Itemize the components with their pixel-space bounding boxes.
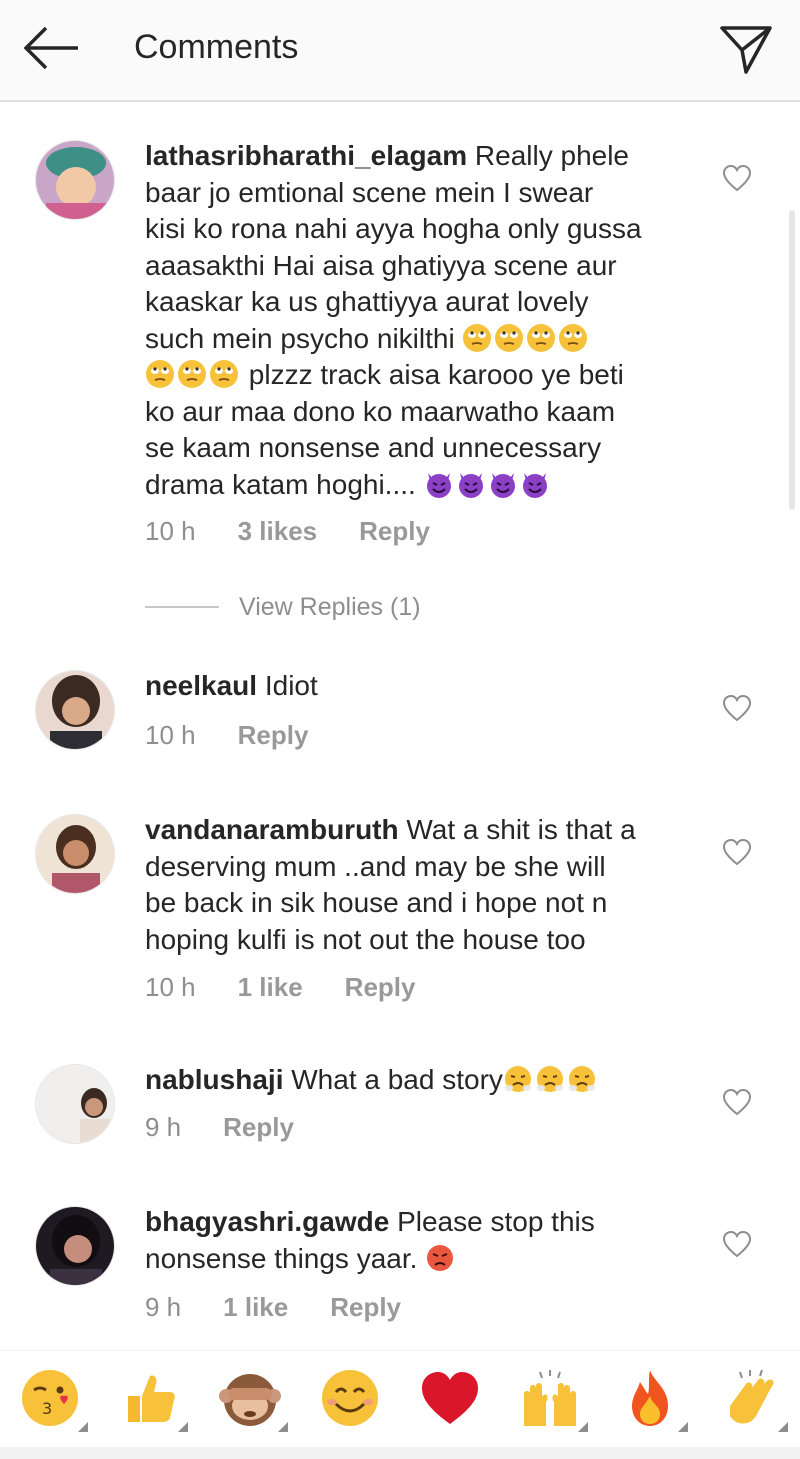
like-heart-icon[interactable] (722, 164, 752, 192)
likes-count[interactable]: 1 like (238, 972, 303, 1003)
avatar[interactable] (35, 814, 115, 894)
comment-meta: 9 h 1 like Reply (145, 1292, 443, 1323)
view-replies-label: View Replies (1) (239, 592, 421, 621)
comment-line: nonsense things yaar. (145, 1242, 426, 1274)
comment-username[interactable]: neelkaul (145, 670, 257, 701)
back-arrow-icon[interactable] (20, 24, 84, 72)
reply-button[interactable]: Reply (223, 1112, 294, 1143)
smiling-face-emoji[interactable] (318, 1366, 382, 1430)
smiling-devil-emoji (490, 472, 515, 498)
comment-username[interactable]: nablushaji (145, 1064, 283, 1095)
comment-time: 10 h (145, 516, 196, 546)
comment-line: drama katam hoghi.... (145, 468, 424, 500)
comment-line: Idiot (257, 670, 318, 701)
face-with-steam-emoji (568, 1066, 595, 1092)
comment-line: aaasakthi Hai aisa ghatiyya scene aur (145, 249, 617, 281)
devil-emoji-group (424, 469, 552, 500)
divider (0, 1447, 800, 1459)
face-with-steam-emoji (536, 1066, 563, 1092)
comment-username[interactable]: bhagyashri.gawde (145, 1206, 389, 1237)
comment-body: neelkaul Idiot (145, 668, 710, 705)
like-heart-icon[interactable] (722, 838, 752, 866)
smiling-devil-emoji (458, 472, 483, 498)
reply-button[interactable]: Reply (359, 516, 430, 547)
comment-username[interactable]: lathasribharathi_elagam (145, 140, 467, 171)
face-with-steam-emoji (504, 1066, 531, 1092)
reply-button[interactable]: Reply (238, 720, 309, 751)
comment-line: se kaam nonsense and unnecessary (145, 432, 602, 463)
scrollbar[interactable] (789, 210, 795, 510)
comment-time: 10 h (145, 972, 196, 1002)
angry-face-emoji (427, 1244, 454, 1271)
kissing-wink-emoji[interactable]: 3 (18, 1366, 88, 1432)
comment-line: Really phele (467, 140, 629, 171)
eye-roll-emoji (559, 323, 588, 352)
direct-share-icon[interactable] (716, 22, 776, 76)
header-bar: Comments (0, 0, 800, 102)
comment-body: vandanaramburuth Wat a shit is that a de… (145, 812, 710, 958)
divider (145, 606, 219, 608)
smiling-devil-emoji (522, 472, 547, 498)
view-replies-button[interactable]: View Replies (1) (145, 592, 421, 622)
avatar[interactable] (35, 1064, 115, 1144)
comment-meta: 10 h 3 likes Reply (145, 516, 472, 547)
fire-emoji[interactable] (618, 1366, 688, 1432)
avatar[interactable] (35, 670, 115, 750)
comment-line: Please stop this (389, 1206, 595, 1237)
eye-roll-emoji (495, 323, 524, 352)
comment-line: hoping kulfi is not out the house too (145, 923, 586, 955)
eye-roll-emoji (146, 360, 174, 388)
comment-line: ko aur maa dono ko maarwatho kaam (145, 395, 616, 427)
comment-body: lathasribharathi_elagam Really phele baa… (145, 138, 710, 503)
comment-time: 9 h (145, 1112, 182, 1142)
comment-line: What a bad story (283, 1064, 503, 1095)
comment-line: deserving mum ..and may be she will (145, 850, 606, 882)
svg-text:3: 3 (42, 1399, 52, 1418)
comment-line: baar jo emtional scene mein I swear (145, 176, 594, 208)
like-heart-icon[interactable] (722, 694, 752, 722)
likes-count[interactable]: 3 likes (238, 516, 318, 547)
avatar[interactable] (35, 1206, 115, 1286)
like-heart-icon[interactable] (722, 1088, 752, 1116)
comment-username[interactable]: vandanaramburuth (145, 814, 399, 845)
smiling-devil-emoji (426, 472, 451, 498)
eye-roll-emoji-group (462, 323, 590, 354)
comment-meta: 10 h 1 like Reply (145, 972, 457, 1003)
angry-emoji-group (503, 1064, 599, 1095)
comment-meta: 10 h Reply (145, 720, 350, 751)
comment-line: such mein psycho nikilthi (145, 322, 463, 354)
comment-body: bhagyashri.gawde Please stop this nonsen… (145, 1204, 710, 1277)
reply-button[interactable]: Reply (330, 1292, 401, 1323)
red-heart-emoji[interactable] (418, 1366, 482, 1430)
like-heart-icon[interactable] (722, 1230, 752, 1258)
comment-time: 9 h (145, 1292, 182, 1322)
eye-roll-emoji (178, 360, 206, 388)
likes-count[interactable]: 1 like (223, 1292, 288, 1323)
comment-line: be back in sik house and i hope not n (145, 887, 608, 918)
comment-time: 10 h (145, 720, 196, 750)
comment-meta: 9 h Reply (145, 1112, 336, 1143)
clapping-hands-emoji[interactable] (718, 1366, 788, 1432)
eye-roll-emoji (527, 323, 556, 352)
comment-line: plzzz track aisa karooo ye beti (241, 359, 624, 390)
avatar[interactable] (35, 140, 115, 220)
comment-line: kaaskar ka us ghattiyya aurat lovely (145, 286, 589, 317)
comment-body: nablushaji What a bad story (145, 1062, 710, 1099)
thumbs-up-emoji[interactable] (118, 1366, 188, 1432)
quick-emoji-bar: 3 (0, 1350, 800, 1459)
reply-button[interactable]: Reply (345, 972, 416, 1003)
eye-roll-emoji-group (145, 359, 241, 390)
comment-line: Wat a shit is that a (398, 814, 636, 845)
raising-hands-emoji[interactable] (518, 1366, 588, 1432)
see-no-evil-monkey-emoji[interactable] (218, 1366, 288, 1432)
eye-roll-emoji (463, 323, 492, 352)
comment-line: kisi ko rona nahi ayya hogha only gussa (145, 213, 642, 244)
page-title: Comments (134, 28, 299, 66)
eye-roll-emoji (210, 360, 238, 388)
